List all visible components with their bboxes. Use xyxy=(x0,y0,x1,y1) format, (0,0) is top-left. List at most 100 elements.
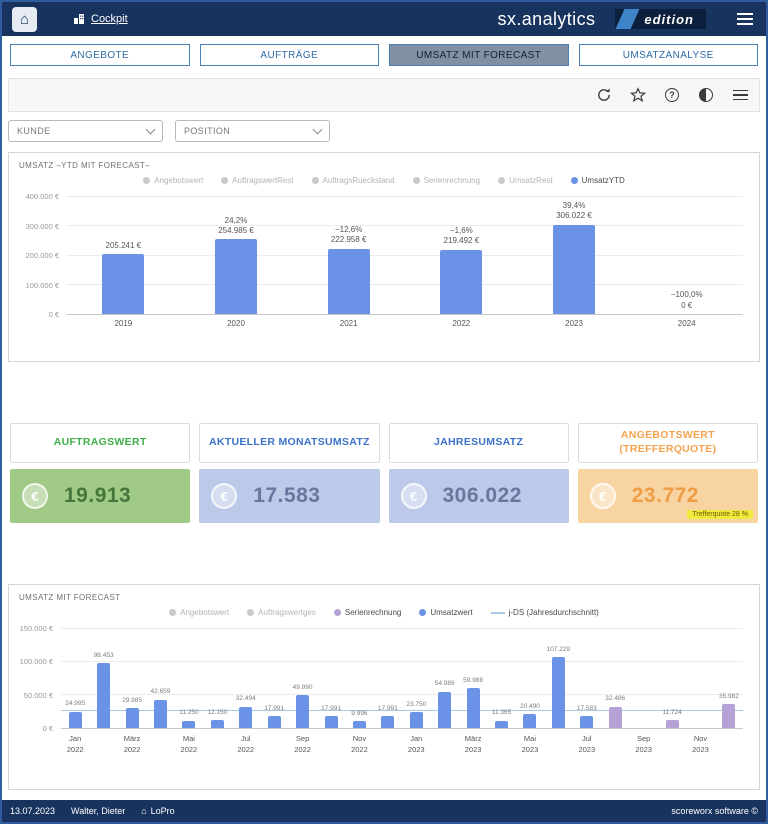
bar-value-label: 12.150 xyxy=(207,709,227,717)
bar-value-label: 24.995 xyxy=(65,700,85,708)
x-tick-label: Nov2022 xyxy=(345,733,373,756)
y-tick-label: 0 € xyxy=(49,310,59,319)
dot-swatch-icon xyxy=(169,609,176,616)
bar-dez-2023[interactable] xyxy=(722,704,735,728)
tab-umsatzanalyse[interactable]: UMSATZANALYSE xyxy=(579,44,759,66)
bar-mai-2022[interactable] xyxy=(182,721,195,728)
home-button[interactable]: ⌂ xyxy=(12,7,37,32)
bar-aug-2023[interactable] xyxy=(609,707,622,728)
bar-group xyxy=(629,629,657,728)
forecast-chart-legend: Angebotswert Auftragswertges Serienrechnun… xyxy=(9,608,759,617)
bar-group: 29.985 xyxy=(118,629,146,728)
menu-button[interactable] xyxy=(734,10,756,28)
favorite-star-icon[interactable] xyxy=(629,86,647,104)
tab-angebote[interactable]: ANGEBOTE xyxy=(10,44,190,66)
bar-pct-label: 24,2% xyxy=(225,216,248,226)
edition-slash-icon xyxy=(615,9,641,29)
bar-2020[interactable] xyxy=(215,239,257,314)
bar-group: 98.453 xyxy=(89,629,117,728)
x-tick-label: Mai2023 xyxy=(516,733,544,756)
bar-apr-2023[interactable] xyxy=(495,721,508,729)
bar-group: −1,6%219.492 € xyxy=(405,197,518,314)
bar-value-label: 59.988 xyxy=(463,677,483,685)
bar-value-label: 11.250 xyxy=(179,709,198,717)
dot-swatch-icon xyxy=(247,609,254,616)
x-tick-label: 2019 xyxy=(67,319,180,328)
bar-dez-2022[interactable] xyxy=(381,716,394,728)
bar-2019[interactable] xyxy=(102,254,144,314)
bar-feb-2023[interactable] xyxy=(438,692,451,728)
bar-märz-2023[interactable] xyxy=(467,688,480,728)
bar-okt-2022[interactable] xyxy=(325,716,338,728)
kpi-value-jahresumsatz: € 306.022 xyxy=(389,469,569,523)
bar-value-label: 42.659 xyxy=(151,688,171,696)
cockpit-link[interactable]: Cockpit xyxy=(73,13,128,25)
legend-item-auftragsrueckstand[interactable]: AuftragsRueckstand xyxy=(312,176,395,185)
toolbar-menu-icon[interactable] xyxy=(731,86,749,104)
tab-auftraege[interactable]: AUFTRÄGE xyxy=(200,44,380,66)
x-tick-label: 2022 xyxy=(405,319,518,328)
kpi-value-auftragswert: € 19.913 xyxy=(10,469,190,523)
bar-aug-2022[interactable] xyxy=(268,716,281,728)
contrast-icon[interactable] xyxy=(697,86,715,104)
tab-umsatz-mit-forecast[interactable]: UMSATZ MIT FORECAST xyxy=(389,44,569,66)
app-title: sx.analytics xyxy=(498,9,596,30)
position-dropdown[interactable]: POSITION xyxy=(175,120,330,142)
bar-jul-2022[interactable] xyxy=(239,707,252,728)
legend-item-umsatzrest[interactable]: UmsatzRest xyxy=(498,176,553,185)
x-tick-label: 2021 xyxy=(292,319,405,328)
bar-jun-2022[interactable] xyxy=(211,720,224,728)
bar-value-label: 29.985 xyxy=(122,697,142,705)
x-tick-label: Jul2023 xyxy=(573,733,601,756)
bar-value-label: 35.982 xyxy=(719,693,739,701)
forecast-chart: 0 €50.000 €100.000 €150.000 € 24.995 98.45… xyxy=(9,629,759,756)
top-bar: ⌂ Cockpit sx.analytics edition xyxy=(2,2,766,36)
kpi-number: 19.913 xyxy=(64,484,131,508)
help-icon[interactable]: ? xyxy=(663,86,681,104)
bar-märz-2022[interactable] xyxy=(126,708,139,728)
legend-item-auftragswertrest[interactable]: AuftragswertRest xyxy=(221,176,293,185)
bar-jan-2023[interactable] xyxy=(410,712,423,728)
bar-value-label: 254.985 € xyxy=(218,226,254,236)
ytd-chart: 0 €100.000 €200.000 €300.000 €400.000 €2… xyxy=(9,197,759,328)
y-axis: 0 €100.000 €200.000 €300.000 €400.000 € xyxy=(9,197,67,315)
bar-value-label: 20.490 xyxy=(520,703,540,711)
panel-title: UMSATZ –YTD MIT FORECAST– xyxy=(9,153,759,172)
bar-2023[interactable] xyxy=(553,225,595,315)
x-tick-label: 2020 xyxy=(180,319,293,328)
legend-item-angebotswert[interactable]: Angebotswert xyxy=(169,608,229,617)
bar-2022[interactable] xyxy=(440,250,482,314)
refresh-icon[interactable] xyxy=(595,86,613,104)
bar-group: 11.724 xyxy=(658,629,686,728)
bar-mai-2023[interactable] xyxy=(523,714,536,728)
bar-group: 11.250 xyxy=(175,629,203,728)
ytd-chart-legend: Angebotswert AuftragswertRest AuftragsRuec… xyxy=(9,176,759,185)
bar-feb-2022[interactable] xyxy=(97,663,110,728)
bar-jan-2022[interactable] xyxy=(69,712,82,728)
dot-swatch-icon xyxy=(571,177,578,184)
bar-2021[interactable] xyxy=(328,249,370,314)
legend-item-j-ds-jahresdurchschnitt[interactable]: j-DS (Jahresdurchschnitt) xyxy=(491,608,599,617)
bar-apr-2022[interactable] xyxy=(154,700,167,728)
kunde-dropdown-label: KUNDE xyxy=(17,126,51,136)
legend-item-umsatzytd[interactable]: UmsatzYTD xyxy=(571,176,625,185)
y-tick-label: 400.000 € xyxy=(26,192,59,201)
legend-item-angebotswert[interactable]: Angebotswert xyxy=(143,176,203,185)
bar-okt-2023[interactable] xyxy=(666,720,679,728)
kunde-dropdown[interactable]: KUNDE xyxy=(8,120,163,142)
bar-value-label: 0 € xyxy=(681,301,692,311)
y-tick-label: 0 € xyxy=(43,724,53,733)
bar-pct-label: −100,0% xyxy=(671,290,703,300)
legend-item-umsatzwert[interactable]: Umsatzwert xyxy=(419,608,472,617)
bar-jun-2023[interactable] xyxy=(552,657,565,728)
legend-item-serienrechnung[interactable]: Serienrechnung xyxy=(334,608,401,617)
bar-sep-2022[interactable] xyxy=(296,695,309,728)
legend-item-serienrechnung[interactable]: Serienrechnung xyxy=(413,176,480,185)
bar-jul-2023[interactable] xyxy=(580,716,593,728)
bar-nov-2022[interactable] xyxy=(353,721,366,728)
footer-user: Walter, Dieter xyxy=(71,806,125,816)
legend-item-auftragswertges[interactable]: Auftragswertges xyxy=(247,608,316,617)
y-axis: 0 €50.000 €100.000 €150.000 € xyxy=(9,629,61,729)
x-tick-label xyxy=(203,733,231,756)
y-tick-label: 150.000 € xyxy=(20,624,53,633)
